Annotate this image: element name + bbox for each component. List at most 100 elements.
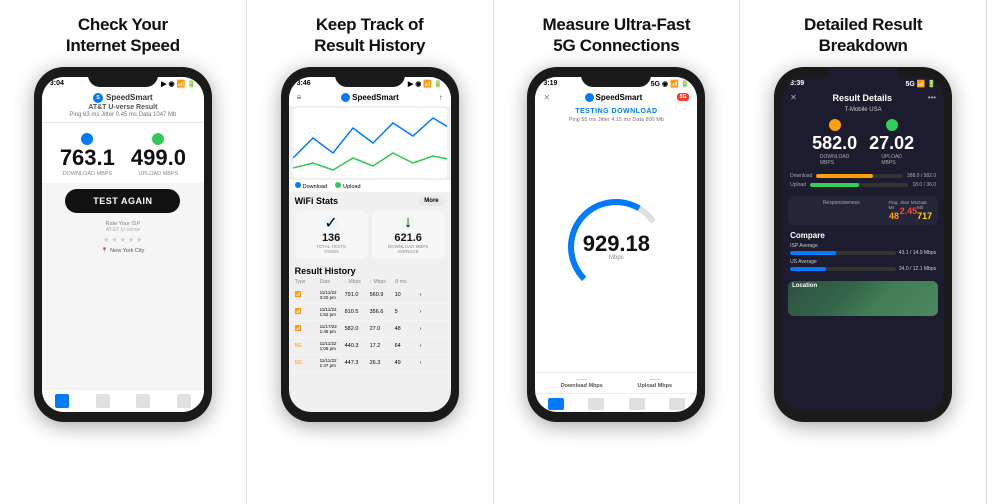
dl-bar-track xyxy=(816,174,903,178)
star-rating: ★ ★ ★ ★ ★ xyxy=(42,236,204,244)
speedsmart-logo-2: SpeedSmart xyxy=(341,93,399,102)
5g-badge: 5G xyxy=(677,93,690,101)
more-button[interactable]: More xyxy=(418,196,444,206)
ul-bar-track xyxy=(810,183,909,187)
us-avg-row: US Average 34.0 / 12.1 Mbps xyxy=(790,259,936,272)
location-label: 📍 New York City xyxy=(42,248,204,254)
p1-header: S SpeedSmart AT&T U-verse Result Ping 63… xyxy=(42,91,204,123)
p2-header: ≡ SpeedSmart ↑ xyxy=(289,91,451,106)
hamburger-icon[interactable]: ≡ xyxy=(297,93,302,102)
p1-meta: Ping 63 ms Jitter 0.45 ms Data 1047 Mb xyxy=(69,112,176,118)
nav-icon-4[interactable] xyxy=(669,398,685,410)
panel-4-title: Detailed Result Breakdown xyxy=(804,14,922,57)
ul-bar-fill xyxy=(810,183,859,187)
p3-bottom-stats: —— Download Mbps —— Upload Mbps xyxy=(535,372,697,393)
panel-1-title: Check Your Internet Speed xyxy=(66,14,180,57)
table-row: 5G 11/11/221:47 pm 447.3 26.3 49 › xyxy=(289,355,451,372)
more-options-icon[interactable]: ••• xyxy=(928,93,936,102)
table-row: 📶 11/11/221:52 pm 810.5 356.6 5 › xyxy=(289,304,451,321)
us-dl-track xyxy=(790,267,896,271)
p4-isp-name: T-Mobile USA xyxy=(782,107,944,113)
close-icon-3[interactable]: ✕ xyxy=(543,93,550,102)
panel-4: Detailed Result Breakdown 3:39 5G 📶 🔋 ✕ … xyxy=(740,0,987,504)
nav-icon-active[interactable] xyxy=(548,398,564,410)
test-again-button[interactable]: TEST AGAIN xyxy=(65,189,180,213)
phone-1-notch xyxy=(88,67,158,87)
phone-3-notch xyxy=(581,67,651,87)
p4-download-speed: 582.0 DownloadMbps xyxy=(812,119,857,166)
ul-indicator xyxy=(886,119,898,131)
nav-item-2[interactable] xyxy=(96,394,110,408)
table-row: 5G 11/11/221:06 pm 440.3 17.2 64 › xyxy=(289,338,451,355)
jitter-stat: Jitter Ms 2.45 xyxy=(900,200,918,221)
download-avg-icon: ↓ xyxy=(401,216,415,230)
total-tests-card: ✓ 136 TOTAL TESTSTAKEN xyxy=(295,211,368,260)
avg-download-card: ↓ 621.6 DOWNLOAD MBPSAVERAGE xyxy=(372,211,445,260)
dl-stat: —— Download Mbps xyxy=(561,377,603,389)
nav-item-3[interactable] xyxy=(136,394,150,408)
ul-bar-row: Upload 18.0 / 36.0 xyxy=(790,182,936,188)
phone-3-frame: 3:19 5G ◉ 📶 🔋 ✕ SpeedSmart 5G TESTING DO… xyxy=(527,67,705,422)
logo-icon-1: S xyxy=(93,93,103,103)
nav-item-4[interactable] xyxy=(177,394,191,408)
isp-result-label: AT&T U-verse Result xyxy=(88,104,157,111)
ping-stat: Ping Ms 48 xyxy=(888,200,899,221)
phone-1-frame: 3:04 ▶ ◉ 📶 🔋 S SpeedSmart AT&T U-verse R… xyxy=(34,67,212,422)
phone-2-frame: 3:46 ▶ ◉ 📶 🔋 ≡ SpeedSmart ↑ xyxy=(281,67,459,422)
speed-chart xyxy=(293,108,447,178)
share-icon[interactable]: ↑ xyxy=(439,93,443,102)
phone-2-notch xyxy=(335,67,405,87)
wifi-stats-cards: ✓ 136 TOTAL TESTSTAKEN ↓ 621.6 DOWNLOAD … xyxy=(289,208,451,263)
wifi-stats-header: WiFi Stats More xyxy=(289,192,451,208)
bottom-nav-3 xyxy=(535,393,697,412)
panel-1: Check Your Internet Speed 3:04 ▶ ◉ 📶 🔋 S… xyxy=(0,0,247,504)
phone-4-frame: 3:39 5G 📶 🔋 ✕ Result Details ••• T-Mobil… xyxy=(774,67,952,422)
nav-item-1[interactable] xyxy=(55,394,69,408)
table-header: Type Date ↓ Mbps ↑ Mbps ⏱ ms xyxy=(289,278,451,287)
table-row: 📶 11/17/221:48 pm 582.0 27.0 48 › xyxy=(289,321,451,338)
phone-3-screen: 3:19 5G ◉ 📶 🔋 ✕ SpeedSmart 5G TESTING DO… xyxy=(535,77,697,412)
upload-icon xyxy=(152,133,164,145)
history-title: Result History xyxy=(289,262,451,278)
logo-circle-3 xyxy=(585,93,594,102)
p4-upload-speed: 27.02 UploadMbps xyxy=(869,119,914,166)
p4-main-speeds: 582.0 DownloadMbps 27.02 UploadMbps xyxy=(782,115,944,170)
speedsmart-logo-1: S SpeedSmart xyxy=(93,93,153,103)
dl-bar-row: Download 388.0 / 582.0 xyxy=(790,173,936,179)
isp-avg-row: ISP Average 43.1 / 14.9 Mbps xyxy=(790,243,936,256)
nav-icon-2[interactable] xyxy=(588,398,604,410)
location-section: Location xyxy=(788,281,938,316)
isp-dl-track xyxy=(790,251,896,255)
panel-3: Measure Ultra-Fast 5G Connections 3:19 5… xyxy=(494,0,741,504)
ul-stat: —— Upload Mbps xyxy=(638,377,673,389)
panel-2-title: Keep Track of Result History xyxy=(314,14,425,57)
download-speed: 763.1 Download Mbps xyxy=(60,133,115,177)
p4-header: ✕ Result Details ••• xyxy=(782,91,944,107)
upload-speed: 499.0 Upload Mbps xyxy=(131,133,186,177)
logo-circle-2 xyxy=(341,93,350,102)
speed-gauge: 929.18 Mbps xyxy=(535,123,697,372)
chart-svg xyxy=(293,108,447,178)
responsiveness-section: Responsiveness Ping Ms 48 Jitter Ms 2.45… xyxy=(788,196,938,225)
us-dl-fill xyxy=(790,267,826,271)
nav-icon-3[interactable] xyxy=(629,398,645,410)
panel-2: Keep Track of Result History 3:46 ▶ ◉ 📶 … xyxy=(247,0,494,504)
gauge-container: 929.18 Mbps xyxy=(561,192,671,302)
phone-2-screen: 3:46 ▶ ◉ 📶 🔋 ≡ SpeedSmart ↑ xyxy=(289,77,451,412)
dl-indicator xyxy=(829,119,841,131)
close-icon-4[interactable]: ✕ xyxy=(790,93,797,102)
responsiveness-label: Responsiveness xyxy=(794,200,888,219)
p1-speeds: 763.1 Download Mbps 499.0 Upload Mbps xyxy=(42,123,204,183)
dl-bar-fill xyxy=(816,174,873,178)
p3-header: ✕ SpeedSmart 5G xyxy=(535,91,697,106)
compare-section: Compare ISP Average 43.1 / 14.9 Mbps US … xyxy=(782,227,944,279)
chart-legend: Download Upload xyxy=(289,180,451,192)
phone-4-screen: 3:39 5G 📶 🔋 ✕ Result Details ••• T-Mobil… xyxy=(782,77,944,412)
download-icon xyxy=(81,133,93,145)
speed-center: 929.18 Mbps xyxy=(583,233,650,261)
test-status: TESTING DOWNLOAD xyxy=(535,108,697,115)
isp-info: Rate Your ISP AT&T U-verse xyxy=(42,221,204,233)
phone-4-notch xyxy=(828,67,898,87)
data-stat: Data Mb 717 xyxy=(917,200,932,221)
speed-bars: Download 388.0 / 582.0 Upload 18.0 / 36.… xyxy=(782,170,944,194)
